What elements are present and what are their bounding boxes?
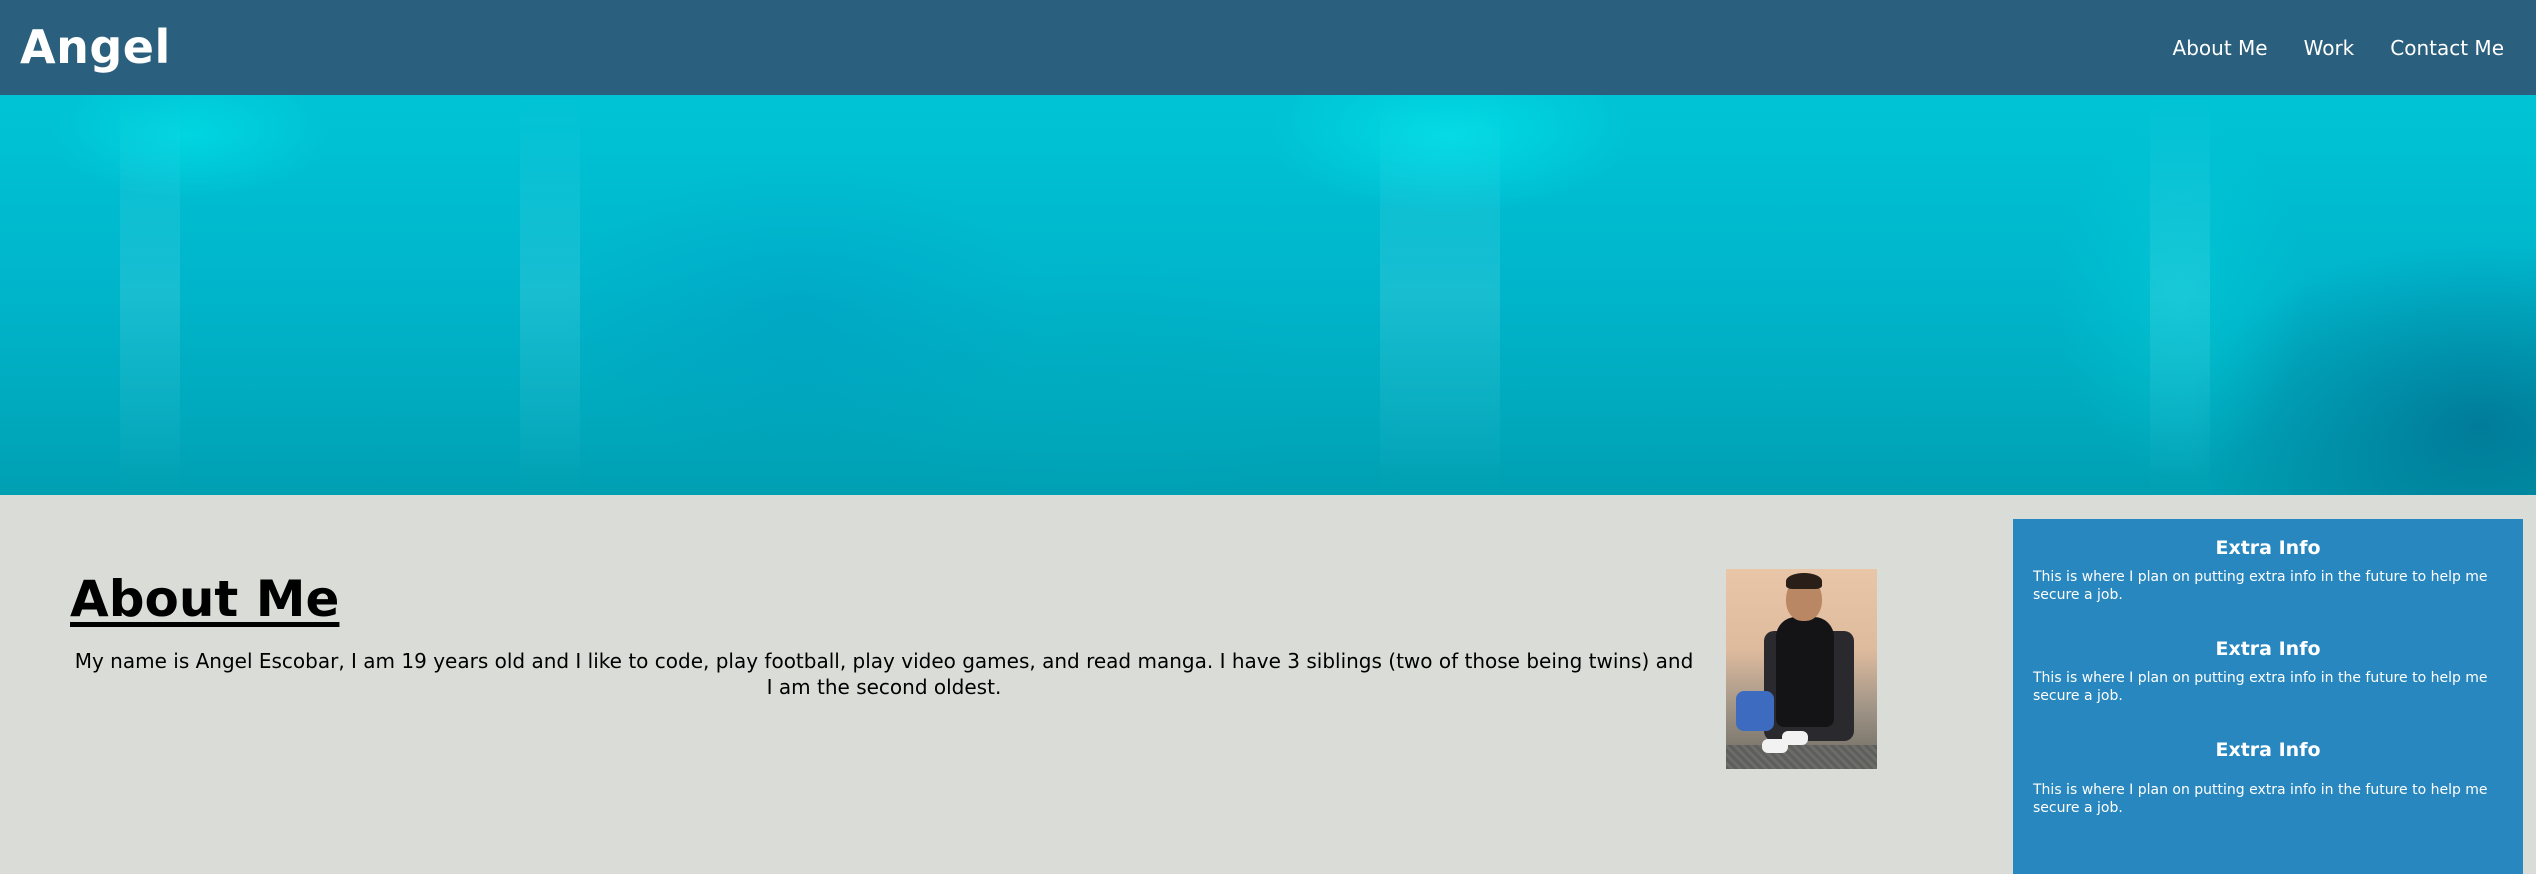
extra-info-text: This is where I plan on putting extra in… — [2033, 782, 2488, 816]
extra-info-title: Extra Info — [2215, 537, 2321, 559]
photo-person-hair — [1786, 573, 1822, 589]
extra-info-sidebar: Extra Info This is where I plan on putti… — [2013, 519, 2523, 874]
about-description: My name is Angel Escobar, I am 19 years … — [74, 649, 1694, 699]
nav-link-contact-me[interactable]: Contact Me — [2390, 36, 2504, 60]
photo-person-body — [1776, 617, 1834, 727]
main-nav: About Me Work Contact Me — [2173, 36, 2504, 60]
hero-light-streak — [1380, 95, 1500, 495]
about-section: About Me My name is Angel Escobar, I am … — [0, 495, 2013, 874]
hero-light-streak — [120, 95, 180, 495]
nav-link-work[interactable]: Work — [2304, 36, 2355, 60]
extra-info-block: Extra Info This is where I plan on putti… — [2033, 638, 2503, 705]
about-title: About Me — [70, 570, 340, 628]
photo-floor — [1726, 745, 1877, 769]
hero-banner — [0, 95, 2536, 495]
photo-shoe — [1782, 731, 1808, 745]
hero-light-streak — [520, 95, 580, 495]
extra-info-title: Extra Info — [2215, 739, 2321, 761]
nav-link-about-me[interactable]: About Me — [2173, 36, 2268, 60]
extra-info-block: Extra Info This is where I plan on putti… — [2033, 739, 2503, 817]
extra-info-block: Extra Info This is where I plan on putti… — [2033, 537, 2503, 604]
extra-info-title: Extra Info — [2215, 638, 2321, 660]
hero-light-streak — [2150, 95, 2210, 495]
site-header: Angel About Me Work Contact Me — [0, 0, 2536, 95]
extra-info-text: This is where I plan on putting extra in… — [2033, 569, 2488, 603]
photo-bag — [1736, 691, 1774, 731]
profile-photo — [1726, 569, 1877, 769]
extra-info-text: This is where I plan on putting extra in… — [2033, 670, 2488, 704]
site-brand-logo[interactable]: Angel — [20, 20, 171, 74]
